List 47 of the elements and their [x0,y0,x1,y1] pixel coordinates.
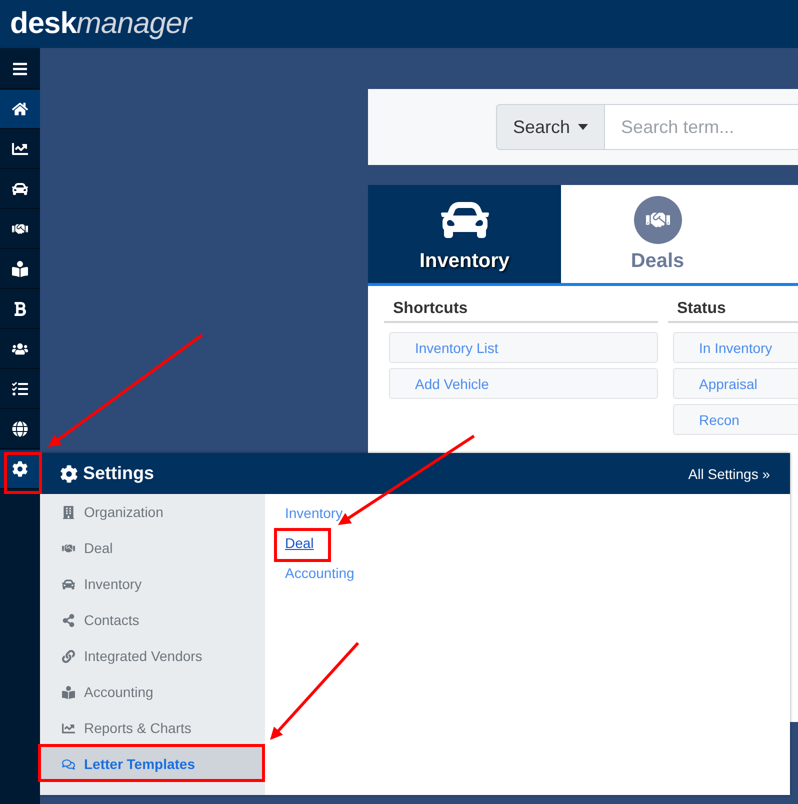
status-button[interactable]: Recon [673,404,798,435]
settings-nav-item[interactable]: Accounting [40,674,265,710]
highlight-box [4,452,42,494]
status-button[interactable]: Appraisal [673,368,798,399]
handshake-icon [12,221,28,237]
chart-icon [60,722,76,734]
settings-nav-item[interactable]: Integrated Vendors [40,638,265,674]
reader-icon [60,686,76,698]
settings-link[interactable]: Accounting [285,563,354,583]
settings-link[interactable]: Deal [285,533,314,553]
share-icon [60,614,76,626]
tab[interactable]: Inventory [368,185,561,283]
settings-label: Settings [83,463,154,484]
settings-nav-item[interactable]: Organization [40,494,265,530]
car-icon [60,578,76,590]
section-title: Shortcuts [384,300,658,323]
building-icon [60,506,76,518]
settings-nav-item[interactable]: Reports & Charts [40,710,265,746]
all-settings-link[interactable]: All Settings » [688,466,770,482]
settings-nav-item[interactable]: Contacts [40,602,265,638]
logo: deskmanager [10,7,192,41]
search-field[interactable]: Search term... [605,104,798,150]
shortcut-button[interactable]: Add Vehicle [389,368,658,399]
reader-icon [12,261,28,277]
globe-icon [12,421,28,437]
settings-nav-item[interactable]: Deal [40,530,265,566]
settings-icon [12,461,28,477]
handshake-icon [60,542,76,554]
bold-icon [12,301,28,317]
settings-icon [60,464,78,482]
menu-icon [12,61,28,77]
comments-icon [60,758,76,770]
highlight-box [274,528,331,562]
checklist-icon [12,381,28,397]
search-dropdown[interactable]: Search [496,104,606,150]
section-title: Status [668,300,798,323]
status-button[interactable]: In Inventory [673,332,798,363]
home-icon [12,101,28,117]
users-icon [12,341,28,357]
settings-nav-item[interactable]: Inventory [40,566,265,602]
car-icon [12,181,28,197]
caret-icon [578,124,588,130]
sidebar-item[interactable] [0,90,40,129]
chart-icon [12,141,28,157]
link-icon [60,650,76,662]
settings-link[interactable]: Inventory [285,503,343,523]
shortcut-button[interactable]: Inventory List [389,332,658,363]
